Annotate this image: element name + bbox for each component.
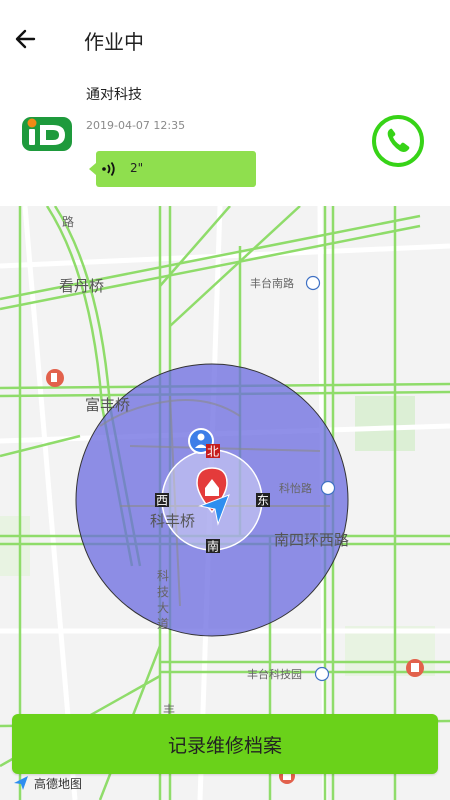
map-label-keji-avenue: 大 — [157, 601, 169, 615]
map-label-south-4th-ring-west: 南四环西路 — [274, 531, 349, 549]
compass-north: 北 — [206, 444, 220, 459]
map-label-fengtai-tech-park: 丰台科技园 — [247, 667, 302, 681]
poi-icon — [406, 659, 424, 677]
back-button[interactable] — [12, 24, 42, 54]
compass-west: 西 — [155, 493, 169, 508]
svg-text:西: 西 — [156, 494, 168, 508]
job-timestamp: 2019-04-07 12:35 — [86, 119, 186, 132]
map-label-keyi-road: 科怡路 — [279, 481, 312, 495]
phone-icon — [372, 115, 424, 167]
map-label-keji-avenue: 道 — [157, 617, 169, 631]
map-attribution: 高德地图 — [12, 774, 82, 792]
app-header: 作业中 — [0, 14, 450, 68]
call-button[interactable] — [370, 113, 426, 169]
map-label-kefeng-bridge: 科丰桥 — [150, 512, 195, 530]
record-repair-button[interactable]: 记录维修档案 — [12, 714, 438, 774]
map-label-keji-avenue: 技 — [157, 585, 169, 599]
svg-text:北: 北 — [207, 445, 219, 459]
voice-message[interactable]: 2" — [89, 151, 256, 187]
company-name: 通对科技 — [86, 87, 142, 103]
svg-text:东: 东 — [257, 494, 269, 508]
voice-duration: 2" — [130, 161, 144, 175]
road-marker-icon — [314, 666, 330, 682]
svg-text:南: 南 — [207, 539, 219, 554]
compass-east: 东 — [256, 493, 270, 508]
attribution-label: 高德地图 — [34, 776, 83, 791]
map-label-fufeng-bridge: 富丰桥 — [85, 396, 130, 414]
amap-logo-icon — [14, 776, 28, 790]
map-label-kandan-bridge: 看丹桥 — [59, 277, 104, 295]
compass-south: 南 — [206, 539, 220, 554]
map-label-fengtai-south-road: 丰台南路 — [250, 276, 294, 290]
gas-station-icon — [46, 369, 64, 387]
page-title: 作业中 — [84, 30, 144, 54]
road-marker-icon — [320, 480, 336, 496]
status-bar — [0, 0, 450, 14]
company-logo — [20, 115, 74, 153]
voice-icon — [102, 161, 115, 177]
map-label-road: 路 — [62, 214, 74, 229]
road-marker-icon — [305, 275, 321, 291]
job-info-card: 通对科技 2019-04-07 12:35 2" — [0, 68, 450, 206]
map-label-keji-avenue: 科 — [157, 569, 169, 583]
map-view[interactable]: 北 西 东 南 看丹桥 丰台南路 富丰桥 科怡路 科丰桥 南四环西路 科 技 大… — [0, 206, 450, 800]
arrow-left-icon — [15, 29, 36, 49]
